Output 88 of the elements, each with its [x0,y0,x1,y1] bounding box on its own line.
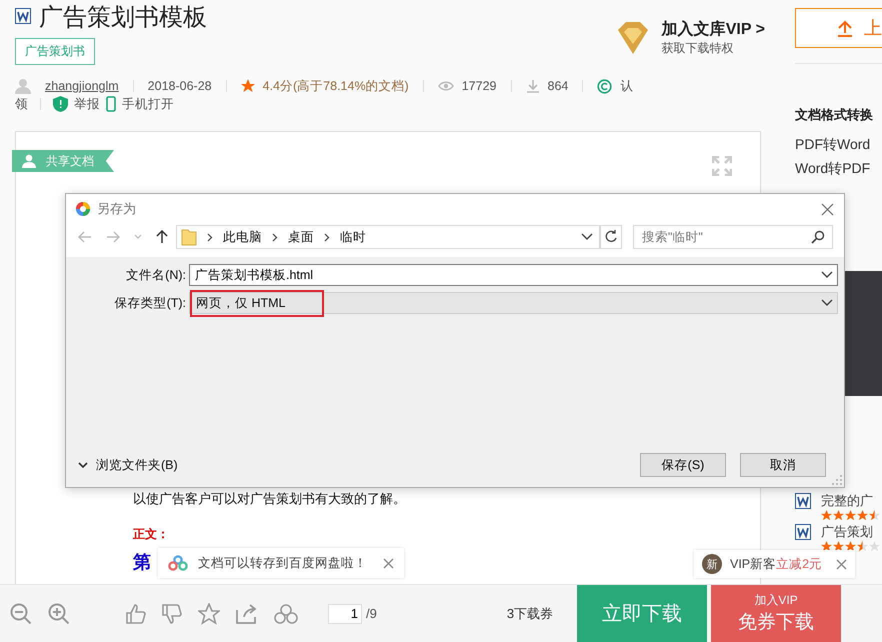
field-label: 文件名(N): [125,266,187,284]
back-arrow-icon[interactable] [78,231,92,243]
vip-subtitle: 获取下载特权 [662,40,735,56]
breadcrumb-item[interactable]: 临时 [340,228,366,246]
certification-text: 认 [620,78,634,94]
app-logo-icon [75,201,91,217]
thumbs-up-icon[interactable] [126,604,146,624]
chevron-down-icon[interactable] [78,462,88,468]
cloud-logo-icon [168,555,188,571]
chevron-down-icon[interactable] [821,271,833,279]
zoom-in-icon[interactable] [48,602,70,624]
vip-download-button[interactable]: 加入VIP 免券下载 [711,585,842,642]
dialog-title: 另存为 [97,200,136,218]
user-icon [22,154,36,168]
word-file-icon [15,8,31,26]
converter-link[interactable]: Word转PDF [795,160,870,184]
close-icon[interactable] [383,558,394,568]
paragraph: 以使广告客户可以对广告策划书有大致的了解。 [133,490,406,508]
cloud-icon[interactable] [274,604,298,624]
file-type-dropdown[interactable]: 网页，仅 HTML [189,292,838,314]
chevron-right-icon [207,232,213,242]
star-icon [240,79,255,93]
eye-icon [438,80,454,92]
rating-text: 4.4分(高于78.14%的文档) [262,78,409,94]
user-icon [15,78,31,94]
half-star-icon [869,510,880,521]
refresh-icon[interactable] [600,225,622,249]
converter-link[interactable]: PDF转Word [795,136,870,160]
document-link[interactable]: 完整的广 [821,493,873,509]
page-number-field[interactable]: 1 [328,604,362,624]
report-link[interactable]: 举报 [74,96,100,112]
document-title: 广告策划书模板 [39,3,207,33]
breadcrumb-item[interactable]: 桌面 [288,228,314,246]
badge-label: 共享文档 [46,152,94,170]
star-icon [845,510,856,521]
shield-icon [53,96,68,112]
upload-date: 2018-06-28 [148,79,212,93]
breadcrumb-item[interactable]: 此电脑 [223,228,262,246]
file-type-value: 网页，仅 HTML [190,290,324,316]
field-label: 保存类型(T): [114,294,187,312]
half-star-icon [857,541,868,552]
forward-arrow-icon[interactable] [106,231,120,243]
resize-grip-icon [832,475,842,485]
chevron-down-icon [821,299,833,307]
star-icon [833,541,844,552]
share-icon[interactable] [236,604,258,624]
folder-icon [181,228,197,246]
vip-link[interactable]: 加入文库VIP > [662,18,765,40]
cancel-button[interactable]: 取消 [740,453,826,477]
close-icon[interactable] [836,558,848,570]
star-icon [833,510,844,521]
section-heading: 第 [133,551,151,574]
thumbs-down-icon[interactable] [162,604,182,624]
save-button[interactable]: 保存(S) [640,453,726,477]
download-icon [526,79,540,93]
page-total: /9 [366,606,377,621]
fullscreen-icon[interactable] [712,156,732,176]
download-count: 864 [548,79,568,93]
star-icon [821,510,832,521]
word-file-icon [795,493,811,509]
search-field[interactable]: 搜索"临时" [633,225,833,249]
toast-message: 文档可以转存到百度网盘啦！ [198,554,367,572]
document-link[interactable]: 广告策划 [821,524,873,540]
view-count: 17729 [462,79,496,93]
star-outline-icon[interactable] [198,602,220,624]
browse-folders-link[interactable]: 浏览文件夹(B) [96,456,178,474]
close-icon[interactable] [821,202,834,216]
phone-icon [106,96,116,112]
copyright-icon [597,78,612,94]
author-link[interactable]: zhangjionglm [45,79,119,93]
section-title: 文档格式转换 [795,106,873,124]
coupon-count: 3下载券 [506,604,554,622]
claim-text: 领 [15,96,28,112]
word-file-icon [795,524,811,540]
up-arrow-icon[interactable] [156,230,168,244]
new-badge: 新 [702,554,722,574]
address-bar[interactable]: 此电脑 桌面 临时 [176,225,600,249]
section-label: 正文： [133,526,169,543]
chevron-right-icon [272,232,278,242]
search-icon [811,230,825,244]
promo-message: VIP新客立减2元 [730,556,822,572]
zoom-out-icon[interactable] [10,602,32,624]
star-icon [821,541,832,552]
chevron-right-icon [324,232,330,242]
chevron-down-icon [581,233,593,241]
mobile-open-link[interactable]: 手机打开 [122,96,174,112]
filename-field[interactable]: 广告策划书模板.html [189,264,838,286]
upload-icon [836,19,854,37]
